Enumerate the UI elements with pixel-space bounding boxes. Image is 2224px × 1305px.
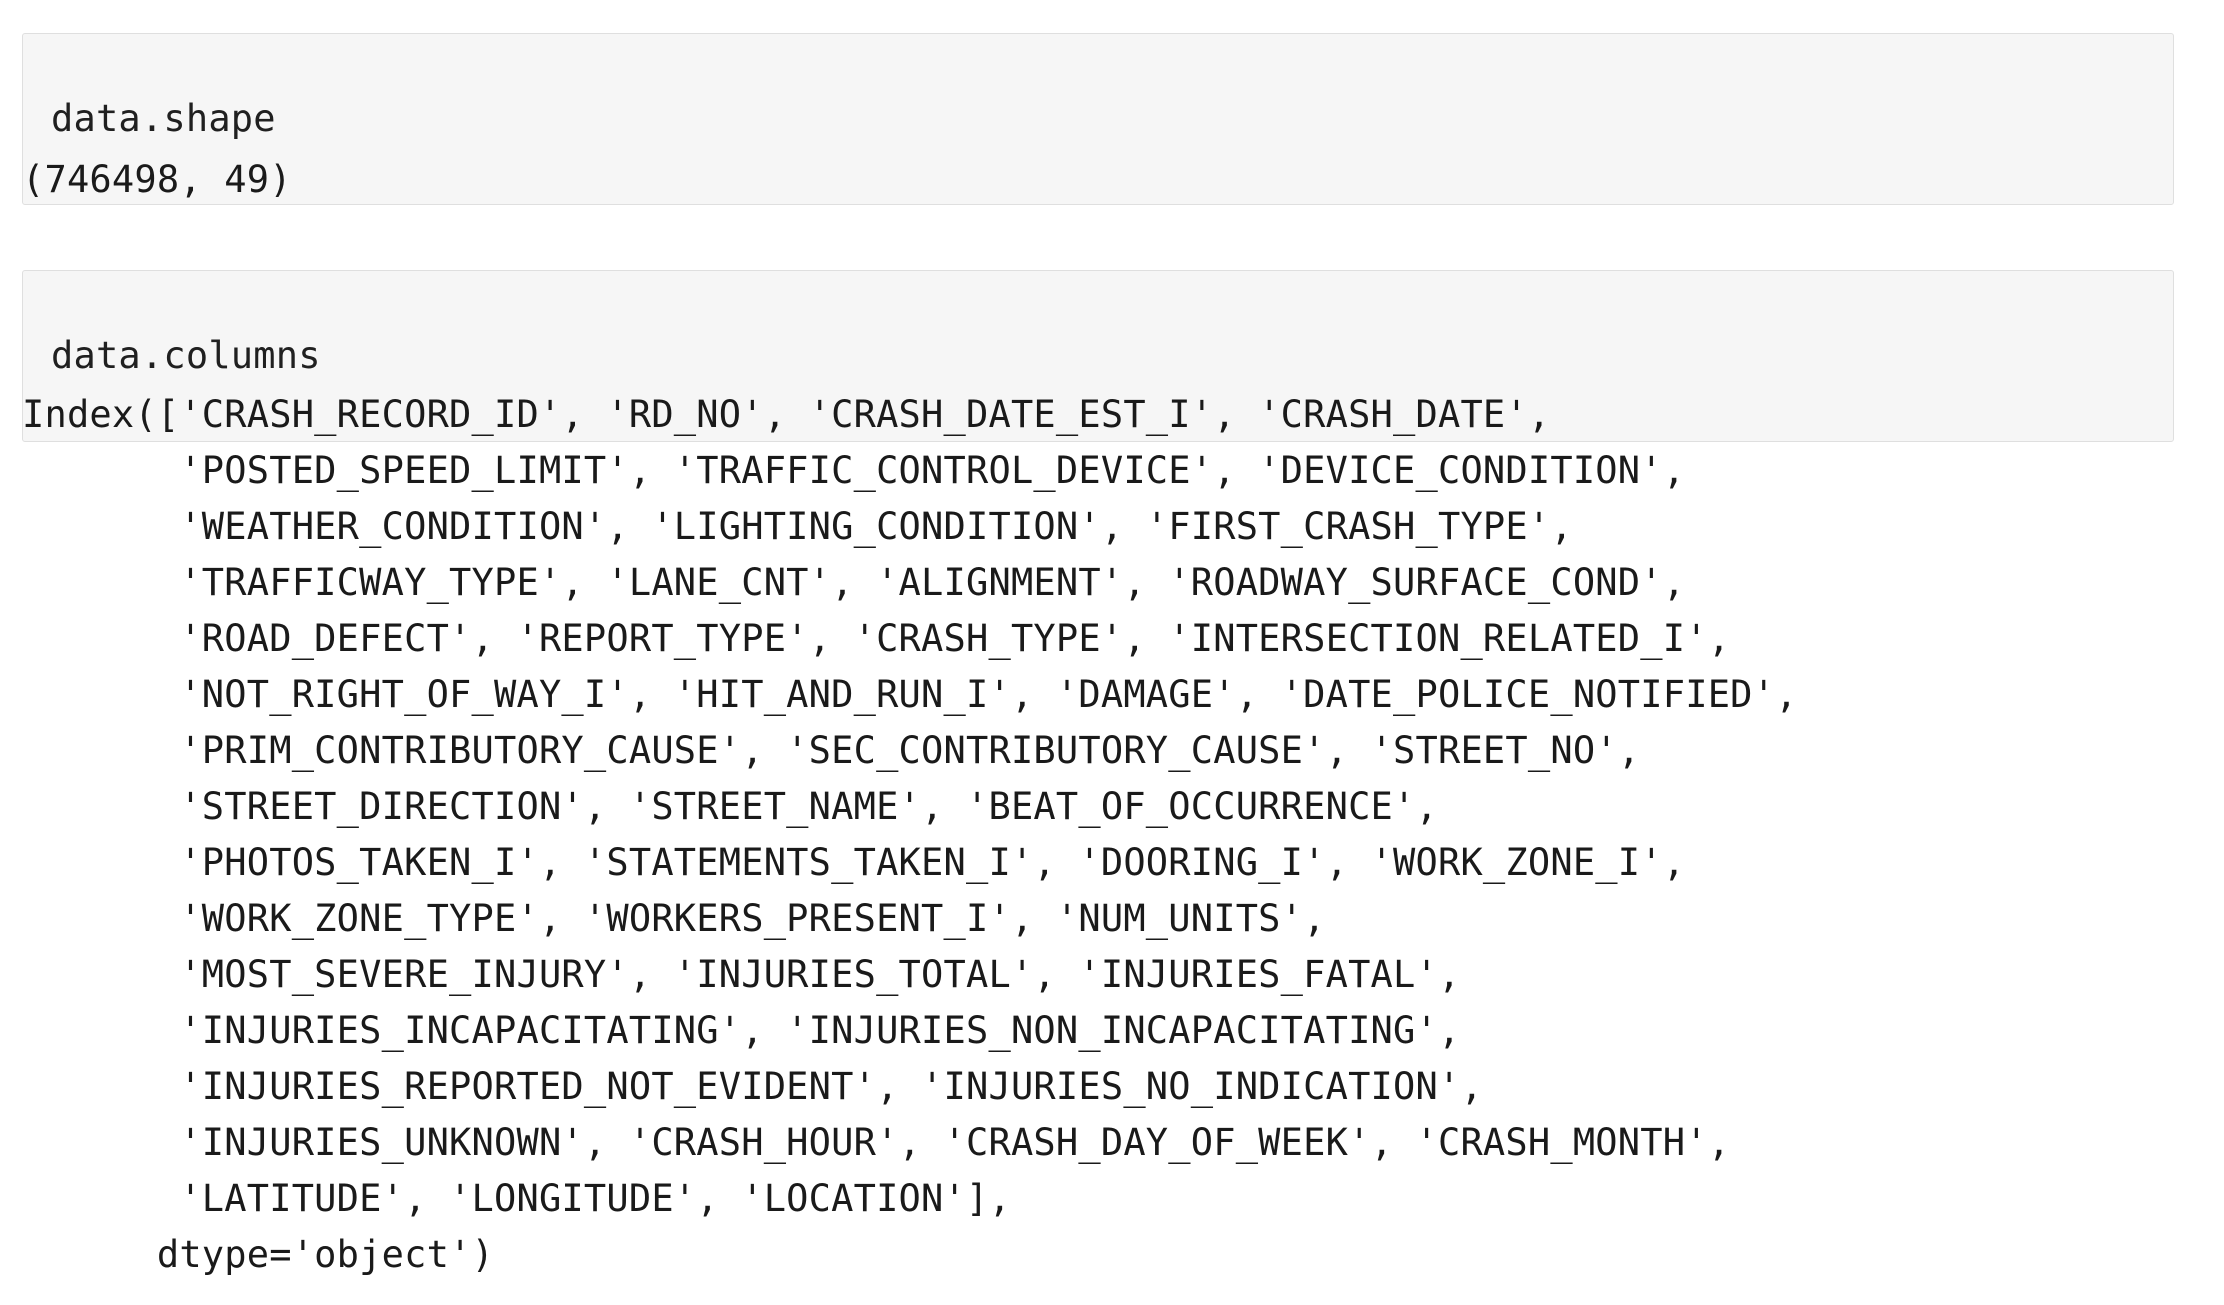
notebook-container: data.shape (746498, 49) data.columns Ind… [0,0,2224,1305]
code-input-text[interactable]: data.shape [51,91,2173,147]
output-area-data-shape: (746498, 49) [22,152,2202,208]
output-area-data-columns: Index(['CRASH_RECORD_ID', 'RD_NO', 'CRAS… [22,387,2202,1283]
code-input-text[interactable]: data.columns [51,328,2173,384]
output-text: (746498, 49) [22,158,292,201]
output-text: Index(['CRASH_RECORD_ID', 'RD_NO', 'CRAS… [22,393,1798,1276]
